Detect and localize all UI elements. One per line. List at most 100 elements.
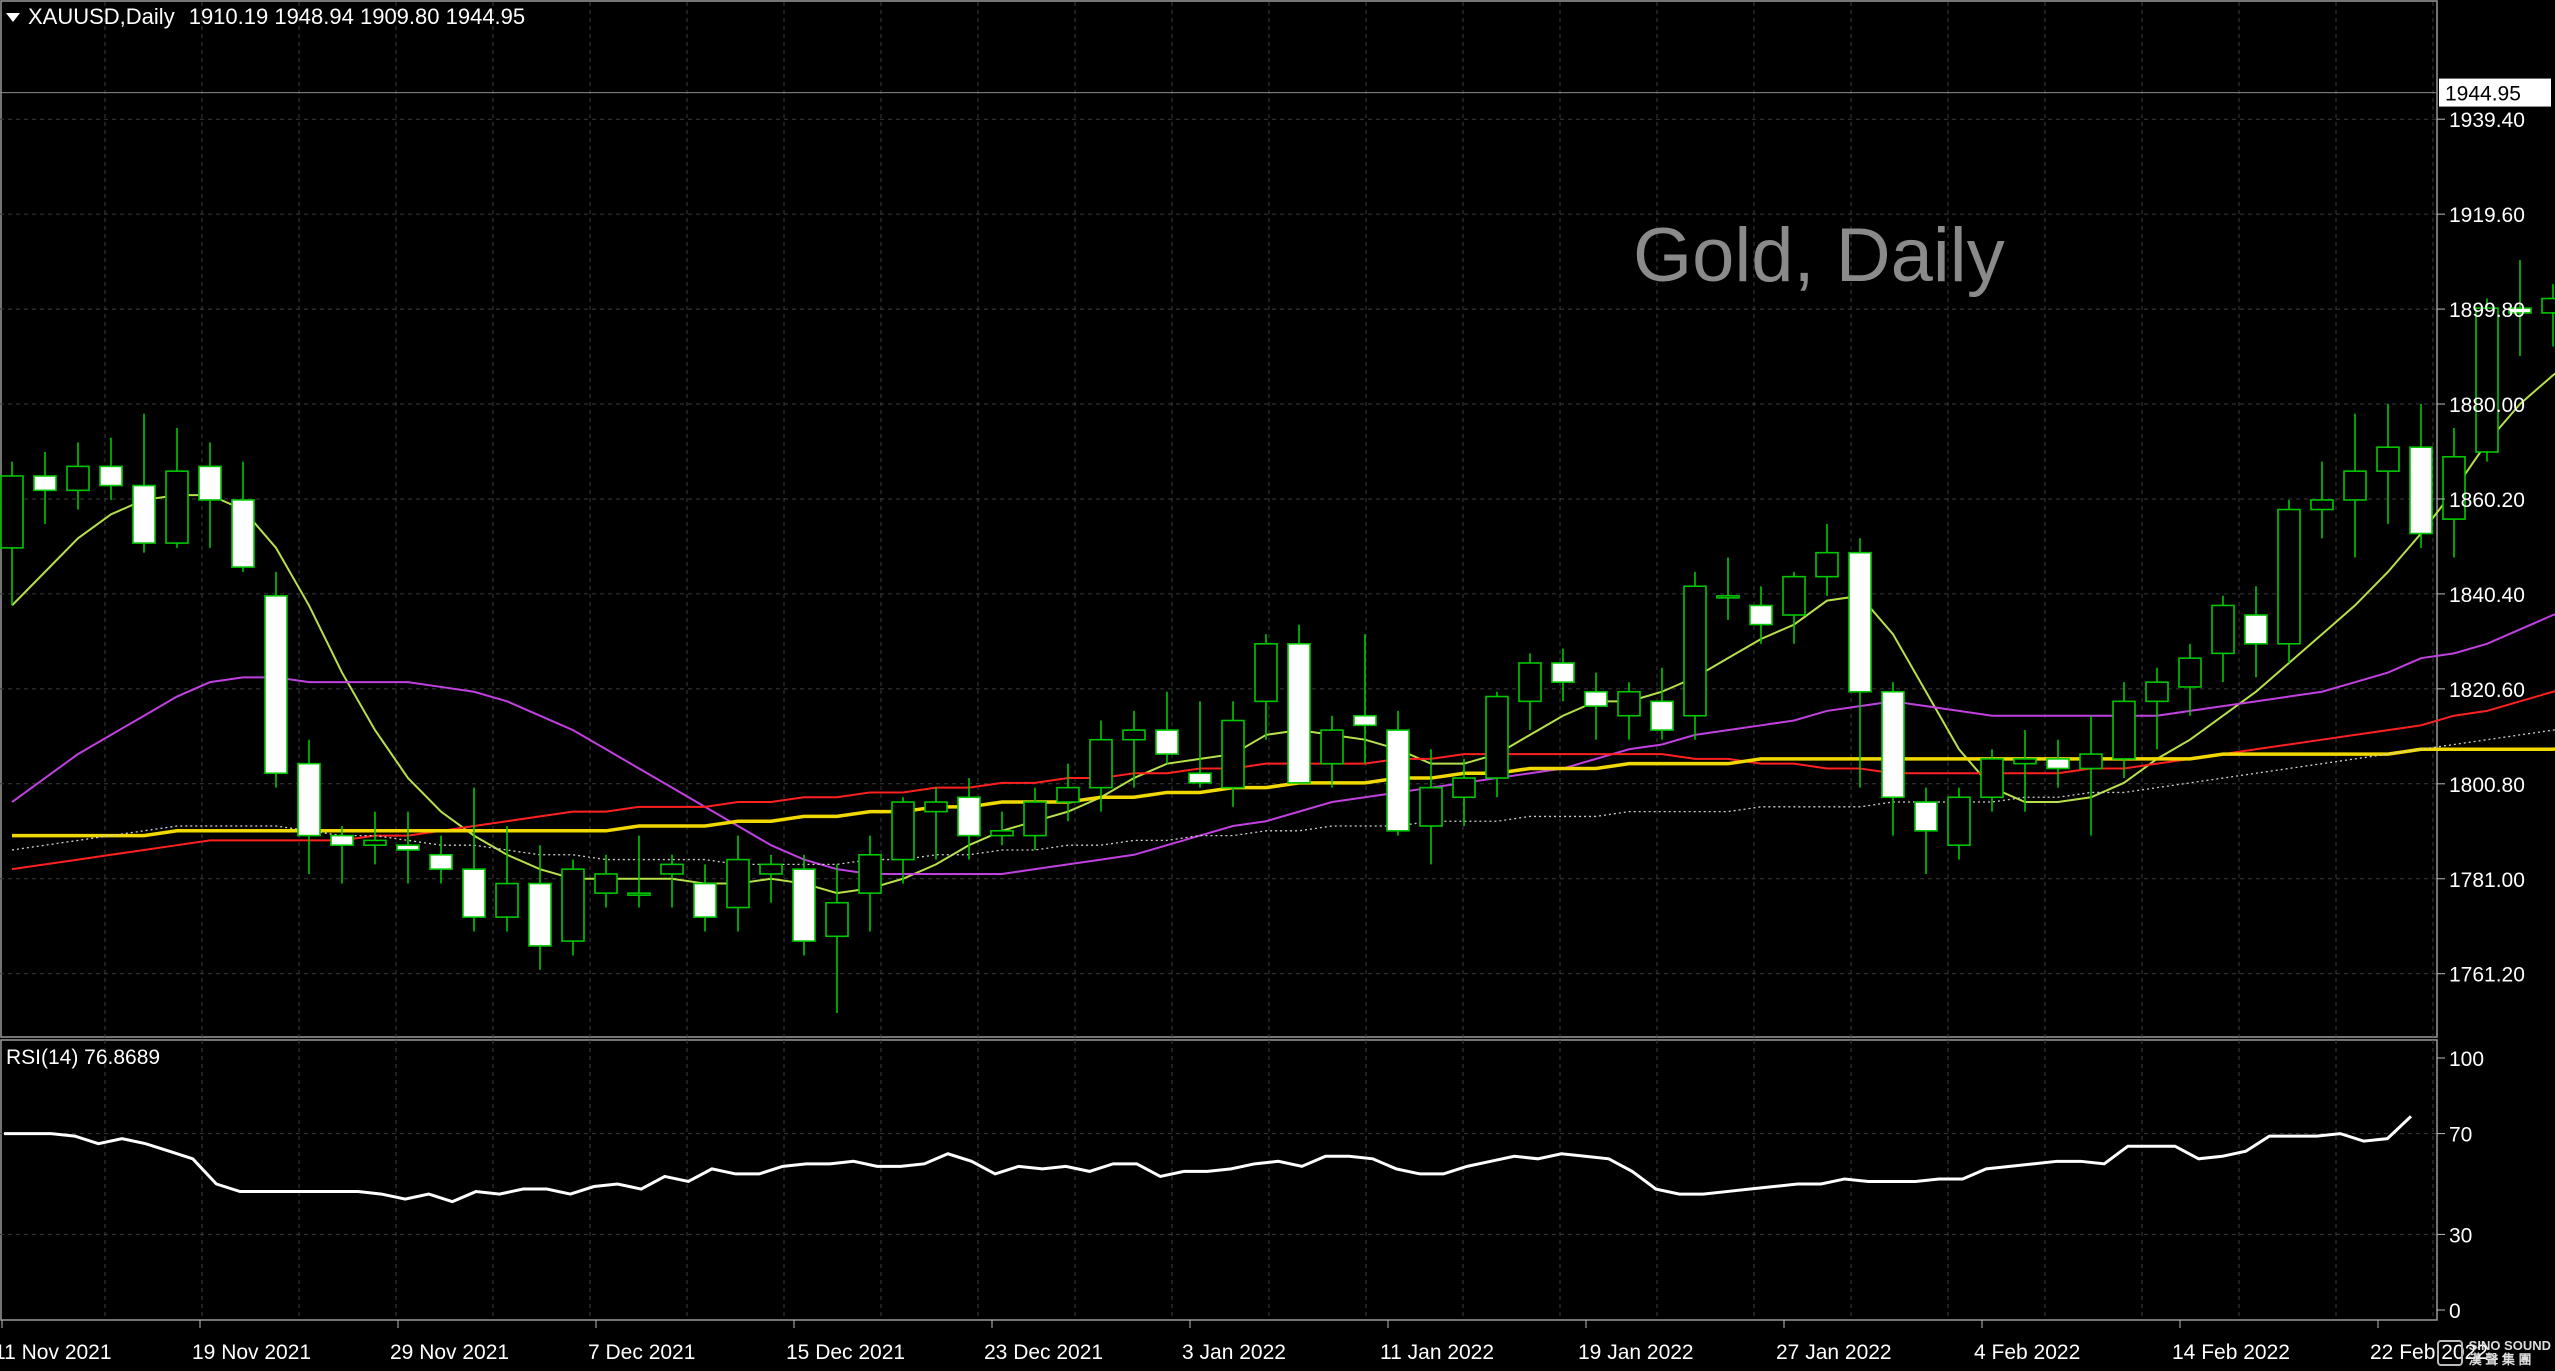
brand-mark-icon bbox=[2436, 1340, 2463, 1366]
candle bbox=[2310, 461, 2334, 539]
chart-canvas: 1939.40 1919.60 1899.80 1880.00 1860.20 1840.… bbox=[0, 0, 2555, 1364]
axes: 1939.40 1919.60 1899.80 1880.00 1860.20 1840.… bbox=[0, 78, 2551, 1364]
candle bbox=[1155, 691, 1179, 764]
candle bbox=[363, 811, 387, 865]
candle-body-up bbox=[1254, 642, 1278, 703]
candle bbox=[2178, 643, 2202, 716]
candle-body-up bbox=[858, 853, 882, 894]
candle-body-down bbox=[792, 868, 816, 942]
candle-body-down bbox=[99, 465, 123, 487]
candle bbox=[1551, 648, 1575, 702]
x-tick-label: 14 Feb 2022 bbox=[2172, 1341, 2290, 1364]
candle bbox=[957, 778, 981, 860]
moving-averages bbox=[11, 372, 2555, 895]
candle bbox=[1221, 701, 1245, 807]
candle-body-up bbox=[363, 839, 387, 846]
candle bbox=[462, 787, 486, 932]
candle-body-down bbox=[396, 844, 420, 851]
y-tick-label: 1919.60 bbox=[2449, 204, 2525, 227]
candle-body-up bbox=[825, 901, 849, 938]
candle bbox=[726, 835, 750, 932]
candle-body-down bbox=[33, 475, 57, 492]
y-tick-label: 1939.40 bbox=[2449, 109, 2525, 132]
candle-body-up bbox=[891, 801, 915, 861]
main-panel-frame bbox=[0, 0, 2438, 1038]
candle bbox=[2079, 715, 2103, 836]
candle bbox=[2541, 284, 2555, 347]
candle-body-up bbox=[66, 465, 90, 492]
candle bbox=[891, 797, 915, 884]
candle bbox=[2145, 667, 2169, 750]
candle-body-up bbox=[1947, 796, 1971, 846]
symbol-info-bar[interactable]: XAUUSD,Daily 1910.19 1948.94 1909.80 194… bbox=[6, 4, 525, 30]
candle bbox=[1419, 749, 1443, 865]
x-tick-label: 7 Dec 2021 bbox=[588, 1341, 695, 1364]
candle-body-down bbox=[1287, 642, 1311, 784]
ma-line-0 bbox=[11, 372, 2555, 895]
y-tick-label: 1820.60 bbox=[2449, 679, 2525, 702]
candle-body-down bbox=[198, 465, 222, 501]
candle-body-down bbox=[2244, 614, 2268, 645]
candle bbox=[165, 428, 189, 548]
rsi-line bbox=[4, 1115, 2413, 1204]
candle-body-up bbox=[2211, 604, 2235, 655]
x-tick-label: 4 Feb 2022 bbox=[1974, 1341, 2080, 1364]
chart-watermark: Gold, Daily bbox=[1633, 213, 2005, 298]
candle-body-down bbox=[1386, 729, 1410, 832]
candle bbox=[1782, 571, 1806, 644]
candle bbox=[1056, 763, 1080, 822]
rsi-panel-frame bbox=[0, 1039, 2438, 1321]
candle bbox=[660, 854, 684, 908]
candle-body-up bbox=[1815, 551, 1839, 578]
ohlc-values: 1910.19 1948.94 1909.80 1944.95 bbox=[188, 4, 526, 29]
rsi-y-tick-label: 100 bbox=[2449, 1048, 2484, 1071]
candle-body-up bbox=[1980, 758, 2004, 799]
candle-body-down bbox=[528, 882, 552, 947]
candle bbox=[1947, 787, 1971, 860]
candle-body-down bbox=[1155, 729, 1179, 755]
candle bbox=[1122, 710, 1146, 788]
candle-body-up bbox=[2310, 499, 2334, 511]
current-price-label: 1944.95 bbox=[2445, 83, 2521, 106]
candle bbox=[594, 854, 618, 908]
candle bbox=[429, 835, 453, 884]
candle bbox=[2112, 682, 2136, 779]
candle-body-down bbox=[429, 853, 453, 870]
candle bbox=[1650, 667, 1674, 740]
candle-body-down bbox=[462, 868, 486, 918]
candle-body-up bbox=[0, 475, 24, 549]
y-tick-label: 1860.20 bbox=[2449, 489, 2525, 512]
candle-body-up bbox=[561, 868, 585, 942]
dropdown-triangle-icon[interactable] bbox=[6, 12, 20, 22]
candle bbox=[2475, 298, 2499, 462]
candle bbox=[1584, 672, 1608, 740]
candle-body-down bbox=[1749, 604, 1773, 626]
candle-body-up bbox=[1518, 662, 1542, 703]
brand-subtitle: 漢 聲 集 團 bbox=[2468, 1352, 2532, 1367]
rsi-y-tick-label: 70 bbox=[2449, 1124, 2472, 1147]
candle bbox=[858, 835, 882, 932]
y-tick-label: 1800.80 bbox=[2449, 774, 2525, 797]
candle bbox=[1617, 682, 1641, 740]
candle-body-up bbox=[2145, 681, 2169, 703]
candle-body-up bbox=[1089, 738, 1113, 789]
candle-body-down bbox=[330, 834, 354, 846]
candle bbox=[1716, 557, 1740, 620]
candle bbox=[297, 739, 321, 874]
candle bbox=[330, 826, 354, 884]
candle-body-up bbox=[1485, 695, 1509, 779]
x-tick-label: 15 Dec 2021 bbox=[786, 1341, 905, 1364]
candle bbox=[1320, 715, 1344, 788]
candle bbox=[924, 787, 948, 860]
candle bbox=[1881, 682, 1905, 836]
candle-body-up bbox=[1716, 595, 1740, 599]
candle bbox=[1023, 787, 1047, 850]
x-tick-label: 11 Jan 2022 bbox=[1380, 1341, 1494, 1364]
candle-body-up bbox=[2112, 700, 2136, 760]
candle bbox=[1815, 523, 1839, 596]
y-tick-label: 1840.40 bbox=[2449, 584, 2525, 607]
candle-body-down bbox=[693, 882, 717, 918]
candle bbox=[1188, 701, 1212, 788]
candle-body-up bbox=[165, 470, 189, 544]
candle bbox=[264, 571, 288, 788]
